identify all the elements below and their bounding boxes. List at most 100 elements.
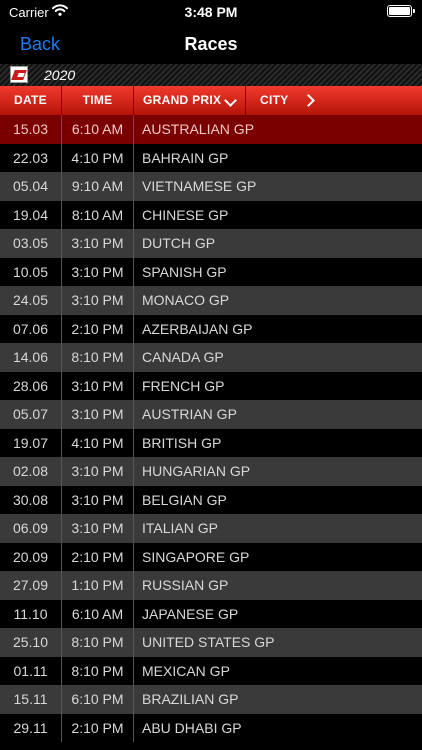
battery-icon: [387, 5, 415, 17]
navigation-bar: Back Races: [0, 24, 422, 64]
race-date: 14.06: [0, 343, 62, 372]
column-header-city[interactable]: CITY: [246, 86, 422, 115]
table-row[interactable]: 19.04 8:10 AM CHINESE GP: [0, 200, 422, 229]
race-date: 02.08: [0, 457, 62, 486]
race-date: 28.06: [0, 371, 62, 400]
race-time: 2:10 PM: [62, 314, 134, 343]
table-row[interactable]: 15.11 6:10 PM BRAZILIAN GP: [0, 685, 422, 714]
race-grand-prix: DUTCH GP: [142, 235, 216, 251]
race-date: 27.09: [0, 571, 62, 600]
table-row[interactable]: 03.05 3:10 PM DUTCH GP: [0, 229, 422, 258]
race-grand-prix: AZERBAIJAN GP: [142, 320, 253, 337]
race-grand-prix: BAHRAIN GP: [142, 149, 229, 166]
race-date: 19.04: [0, 200, 62, 229]
table-header: DATE TIME GRAND PRIX CITY: [0, 86, 422, 115]
race-date: 06.09: [0, 514, 62, 543]
table-row[interactable]: 27.09 1:10 PM RUSSIAN GP: [0, 571, 422, 600]
race-grand-prix: CHINESE GP: [142, 206, 229, 223]
table-row[interactable]: 20.09 2:10 PM SINGAPORE GP: [0, 542, 422, 571]
race-grand-prix: HUNGARIAN GP: [142, 463, 251, 479]
race-time: 1:10 PM: [62, 571, 134, 600]
race-time: 8:10 PM: [62, 656, 134, 685]
race-time: 9:10 AM: [62, 172, 134, 201]
table-row[interactable]: 30.08 3:10 PM BELGIAN GP: [0, 485, 422, 514]
racing-flag-icon: [10, 66, 28, 83]
status-bar: Carrier 3:48 PM: [0, 0, 422, 24]
race-grand-prix: VIETNAMESE GP: [142, 178, 257, 194]
table-row[interactable]: 07.06 2:10 PM AZERBAIJAN GP: [0, 314, 422, 343]
race-grand-prix: SINGAPORE GP: [142, 548, 250, 565]
race-date: 15.03: [0, 115, 62, 144]
table-row[interactable]: 05.07 3:10 PM AUSTRIAN GP: [0, 400, 422, 429]
race-date: 03.05: [0, 229, 62, 258]
race-list: 15.03 6:10 AM AUSTRALIAN GP 22.03 4:10 PM BAH…: [0, 115, 422, 742]
table-row[interactable]: 05.04 9:10 AM VIETNAMESE GP: [0, 172, 422, 201]
table-row[interactable]: 29.11 2:10 PM ABU DHABI GP: [0, 713, 422, 742]
column-header-time[interactable]: TIME: [62, 86, 134, 115]
race-time: 6:10 AM: [62, 599, 134, 628]
table-row[interactable]: 22.03 4:10 PM BAHRAIN GP: [0, 143, 422, 172]
column-header-city-label: CITY: [260, 93, 289, 107]
race-time: 8:10 AM: [62, 200, 134, 229]
race-grand-prix: ABU DHABI GP: [142, 719, 242, 736]
race-date: 25.10: [0, 628, 62, 657]
race-time: 3:10 PM: [62, 371, 134, 400]
chevron-down-icon: [224, 94, 237, 107]
column-header-grand-prix-label: GRAND PRIX: [143, 93, 222, 107]
table-row[interactable]: 02.08 3:10 PM HUNGARIAN GP: [0, 457, 422, 486]
race-time: 3:10 PM: [62, 229, 134, 258]
race-grand-prix: ITALIAN GP: [142, 520, 218, 536]
race-date: 22.03: [0, 143, 62, 172]
race-time: 2:10 PM: [62, 713, 134, 742]
table-row[interactable]: 14.06 8:10 PM CANADA GP: [0, 343, 422, 372]
table-row[interactable]: 10.05 3:10 PM SPANISH GP: [0, 257, 422, 286]
table-row[interactable]: 15.03 6:10 AM AUSTRALIAN GP: [0, 115, 422, 144]
race-date: 15.11: [0, 685, 62, 714]
column-header-grand-prix[interactable]: GRAND PRIX: [134, 86, 246, 115]
race-date: 19.07: [0, 428, 62, 457]
race-grand-prix: AUSTRALIAN GP: [142, 121, 255, 137]
race-date: 24.05: [0, 286, 62, 315]
chevron-right-icon: [302, 94, 315, 107]
table-row[interactable]: 24.05 3:10 PM MONACO GP: [0, 286, 422, 315]
race-grand-prix: BRITISH GP: [142, 434, 222, 451]
race-grand-prix: SPANISH GP: [142, 263, 227, 280]
race-time: 3:10 PM: [62, 514, 134, 543]
column-header-date[interactable]: DATE: [0, 86, 62, 115]
race-time: 3:10 PM: [62, 485, 134, 514]
race-date: 01.11: [0, 656, 62, 685]
race-time: 3:10 PM: [62, 257, 134, 286]
season-year: 2020: [44, 67, 76, 83]
race-grand-prix: UNITED STATES GP: [142, 634, 275, 650]
race-time: 6:10 PM: [62, 685, 134, 714]
race-date: 05.04: [0, 172, 62, 201]
race-grand-prix: BRAZILIAN GP: [142, 691, 239, 707]
race-grand-prix: JAPANESE GP: [142, 605, 239, 622]
race-date: 07.06: [0, 314, 62, 343]
race-time: 2:10 PM: [62, 542, 134, 571]
status-time: 3:48 PM: [184, 4, 238, 20]
table-row[interactable]: 28.06 3:10 PM FRENCH GP: [0, 371, 422, 400]
race-time: 3:10 PM: [62, 286, 134, 315]
race-time: 4:10 PM: [62, 428, 134, 457]
page-title: Races: [184, 34, 238, 54]
race-grand-prix: RUSSIAN GP: [142, 577, 229, 593]
table-row[interactable]: 06.09 3:10 PM ITALIAN GP: [0, 514, 422, 543]
race-grand-prix: CANADA GP: [142, 349, 224, 365]
race-time: 4:10 PM: [62, 143, 134, 172]
race-time: 3:10 PM: [62, 400, 134, 429]
race-date: 11.10: [0, 599, 62, 628]
race-time: 8:10 PM: [62, 628, 134, 657]
table-row[interactable]: 19.07 4:10 PM BRITISH GP: [0, 428, 422, 457]
race-time: 3:10 PM: [62, 457, 134, 486]
race-grand-prix: MONACO GP: [142, 292, 230, 308]
race-grand-prix: BELGIAN GP: [142, 491, 227, 508]
table-row[interactable]: 01.11 8:10 PM MEXICAN GP: [0, 656, 422, 685]
table-row[interactable]: 11.10 6:10 AM JAPANESE GP: [0, 599, 422, 628]
table-row[interactable]: 25.10 8:10 PM UNITED STATES GP: [0, 628, 422, 657]
race-grand-prix: MEXICAN GP: [142, 662, 230, 679]
race-grand-prix: FRENCH GP: [142, 377, 225, 394]
race-date: 29.11: [0, 713, 62, 742]
race-date: 30.08: [0, 485, 62, 514]
race-time: 8:10 PM: [62, 343, 134, 372]
